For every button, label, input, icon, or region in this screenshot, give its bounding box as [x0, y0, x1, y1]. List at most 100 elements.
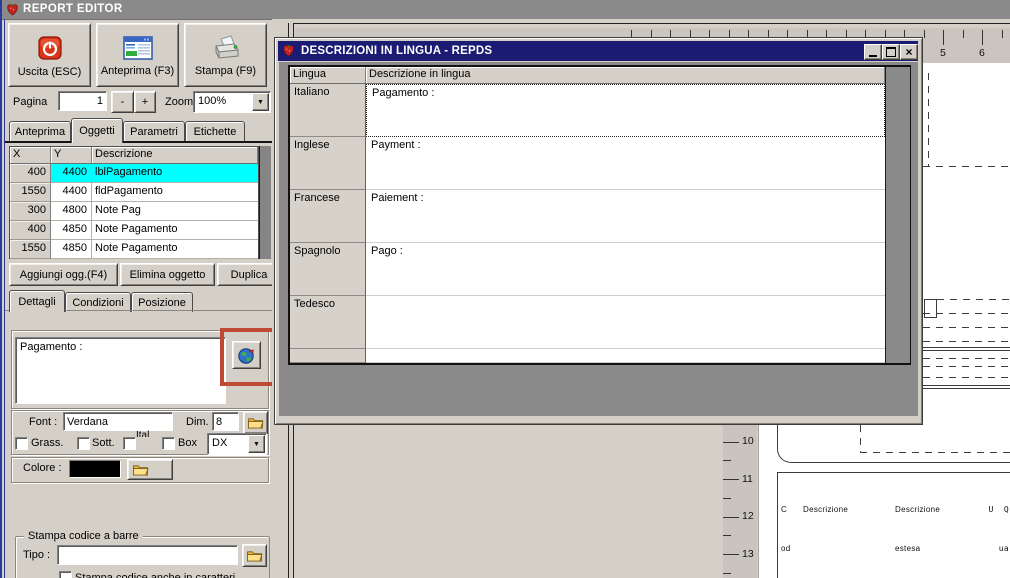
tab-condizioni[interactable]: Condizioni: [65, 292, 131, 312]
zoom-dropdown-arrow[interactable]: ▼: [252, 93, 269, 111]
cell-y[interactable]: 4800: [51, 202, 92, 221]
ruler-tick: [723, 554, 739, 555]
box-checkbox[interactable]: [162, 437, 175, 450]
page-plus-button[interactable]: +: [134, 91, 156, 113]
cell-y[interactable]: 4850: [51, 240, 92, 259]
objects-col-y[interactable]: Y: [51, 147, 92, 164]
objects-col-desc[interactable]: Descrizione: [92, 147, 258, 164]
cell-y[interactable]: 4400: [51, 164, 92, 183]
tab-panel-top-border: [5, 141, 272, 143]
language-name[interactable]: Tedesco: [290, 296, 366, 349]
cell-desc[interactable]: lblPagamento: [92, 164, 258, 183]
report-line: [923, 385, 1010, 386]
report-line: [924, 299, 937, 318]
language-table-scrollbar[interactable]: [885, 67, 910, 363]
cell-y[interactable]: 4850: [51, 221, 92, 240]
zoom-combobox[interactable]: 100% ▼: [193, 91, 271, 113]
report-col-code: C od .A rt.: [781, 505, 791, 553]
language-text-empty: [366, 349, 885, 363]
folder-icon: [248, 418, 264, 429]
exit-button[interactable]: Uscita (ESC): [8, 23, 91, 87]
language-text[interactable]: Paiement :: [366, 190, 885, 243]
box-align-combobox[interactable]: DX ▼: [207, 433, 267, 455]
dialog-maximize-button[interactable]: [882, 44, 900, 60]
cell-x[interactable]: 400: [10, 221, 51, 240]
report-line: [923, 358, 1010, 359]
cell-x[interactable]: 1550: [10, 183, 51, 202]
report-line: [923, 347, 1010, 348]
page-input[interactable]: [58, 91, 107, 111]
tab-dettagli-label: Dettagli: [18, 295, 56, 308]
language-text[interactable]: Payment :: [366, 137, 885, 190]
cell-y[interactable]: 4400: [51, 183, 92, 202]
language-col-desc[interactable]: Descrizione in lingua: [366, 67, 885, 84]
language-descriptions-dialog: DESCRIZIONI IN LINGUA - REPDS × Lingua D…: [274, 37, 923, 425]
cell-desc[interactable]: Note Pagamento: [92, 221, 258, 240]
color-swatch[interactable]: [69, 460, 121, 478]
page-minus-button[interactable]: -: [111, 91, 134, 113]
left-panel: Uscita (ESC) Anteprima (F3) Stampa (F9) …: [5, 19, 273, 578]
language-name[interactable]: Italiano: [290, 84, 366, 137]
dialog-minimize-button[interactable]: [864, 44, 882, 60]
print-button[interactable]: Stampa (F9): [184, 23, 267, 87]
add-object-button[interactable]: Aggiungi ogg.(F4): [9, 263, 118, 286]
ruler-tick: [1001, 30, 1003, 38]
box-align-value: DX: [212, 437, 228, 449]
barcode-legend: Stampa codice a barre: [24, 530, 143, 542]
font-input[interactable]: [63, 412, 173, 431]
italic-checkbox[interactable]: [123, 437, 136, 450]
report-editor-window: REPORT EDITOR Uscita (ESC) Anteprima (F3…: [0, 0, 1010, 578]
tab-posizione[interactable]: Posizione: [131, 292, 193, 312]
color-picker-button[interactable]: [127, 459, 173, 480]
maximize-icon: [886, 47, 896, 57]
ruler-tick: [962, 30, 964, 38]
dim-input[interactable]: [212, 412, 239, 431]
ruler-tick: [723, 497, 731, 499]
duplicate-object-button[interactable]: Duplica: [217, 263, 272, 286]
window-title: REPORT EDITOR: [23, 3, 123, 15]
barcode-chars-label: Stampa codice anche in caratteri: [75, 572, 236, 578]
bold-checkbox[interactable]: [15, 437, 28, 450]
objects-col-x[interactable]: X: [10, 147, 51, 164]
preview-button[interactable]: Anteprima (F3): [96, 23, 179, 87]
font-picker-button[interactable]: [243, 411, 268, 434]
language-text[interactable]: Pago :: [366, 243, 885, 296]
exit-button-label: Uscita (ESC): [17, 65, 82, 78]
tab-etichette[interactable]: Etichette: [185, 121, 245, 142]
add-object-label: Aggiungi ogg.(F4): [19, 268, 108, 281]
cell-desc[interactable]: Note Pag: [92, 202, 258, 221]
barcode-type-picker-button[interactable]: [242, 544, 267, 567]
zoom-value: 100%: [198, 95, 227, 107]
page-label: Pagina: [13, 96, 48, 108]
tab-oggetti-label: Oggetti: [79, 125, 115, 137]
tab-dettagli[interactable]: Dettagli: [9, 290, 65, 312]
underline-checkbox[interactable]: [77, 437, 90, 450]
cell-x[interactable]: 300: [10, 202, 51, 221]
barcode-tipo-input[interactable]: [57, 545, 238, 565]
language-name[interactable]: Inglese: [290, 137, 366, 190]
object-text-area[interactable]: Pagamento :: [15, 337, 226, 404]
objects-table-scrollbar[interactable]: [259, 146, 271, 259]
cell-x[interactable]: 1550: [10, 240, 51, 259]
cell-desc[interactable]: Note Pagamento: [92, 240, 258, 259]
barcode-chars-checkbox[interactable]: [59, 571, 72, 578]
dim-label: Dim.: [186, 416, 209, 428]
language-text[interactable]: Pagamento :: [366, 84, 885, 137]
delete-object-button[interactable]: Elimina oggetto: [120, 263, 215, 286]
cell-x[interactable]: 400: [10, 164, 51, 183]
language-text[interactable]: [366, 296, 885, 349]
language-name[interactable]: Francese: [290, 190, 366, 243]
tab-oggetti[interactable]: Oggetti: [71, 118, 123, 143]
language-col-lingua[interactable]: Lingua: [290, 67, 366, 84]
report-line: [923, 350, 1010, 351]
italic-label: Ital: [136, 430, 150, 437]
cell-desc[interactable]: fldPagamento: [92, 183, 258, 202]
ruler-tick: [723, 441, 739, 443]
dialog-close-button[interactable]: ×: [900, 44, 918, 60]
tab-anteprima[interactable]: Anteprima: [9, 121, 71, 142]
tab-parametri[interactable]: Parametri: [123, 121, 185, 142]
box-align-dropdown-arrow[interactable]: ▼: [248, 435, 265, 453]
report-line: [928, 73, 929, 167]
dialog-titlebar[interactable]: DESCRIZIONI IN LINGUA - REPDS ×: [278, 41, 918, 61]
language-name[interactable]: Spagnolo: [290, 243, 366, 296]
